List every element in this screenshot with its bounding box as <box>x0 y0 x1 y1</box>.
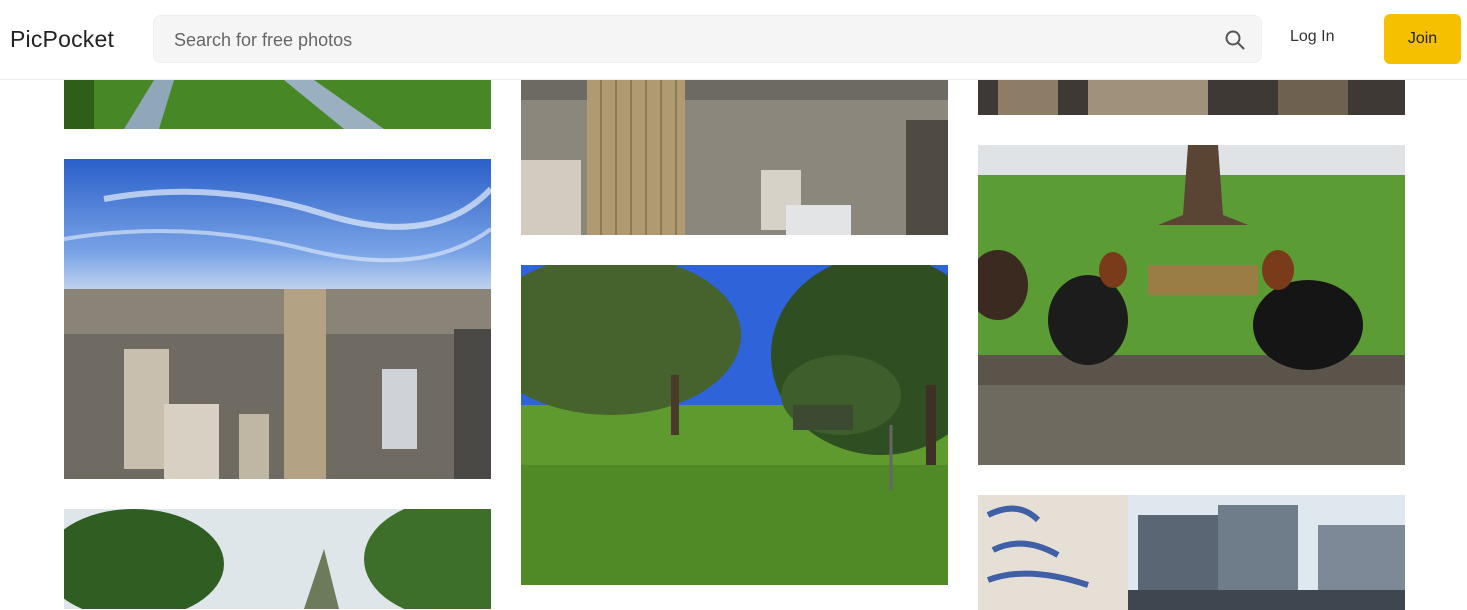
photo-mural-new-orleans[interactable] <box>978 495 1405 610</box>
join-button[interactable]: Join <box>1384 14 1461 64</box>
site-logo[interactable]: PicPocket <box>10 26 114 53</box>
search-icon[interactable] <box>1224 29 1246 51</box>
photo-trees-upward[interactable] <box>64 509 491 609</box>
top-header: PicPocket Log In Join <box>0 0 1467 80</box>
search-input[interactable] <box>172 16 1206 64</box>
search-bar <box>153 15 1262 64</box>
photo-park-trees[interactable] <box>521 265 948 585</box>
photo-roosters-park[interactable] <box>978 145 1405 465</box>
photo-city-skyline[interactable] <box>64 159 491 479</box>
login-link[interactable]: Log In <box>1290 28 1334 46</box>
photo-city-aerial[interactable] <box>521 60 948 235</box>
